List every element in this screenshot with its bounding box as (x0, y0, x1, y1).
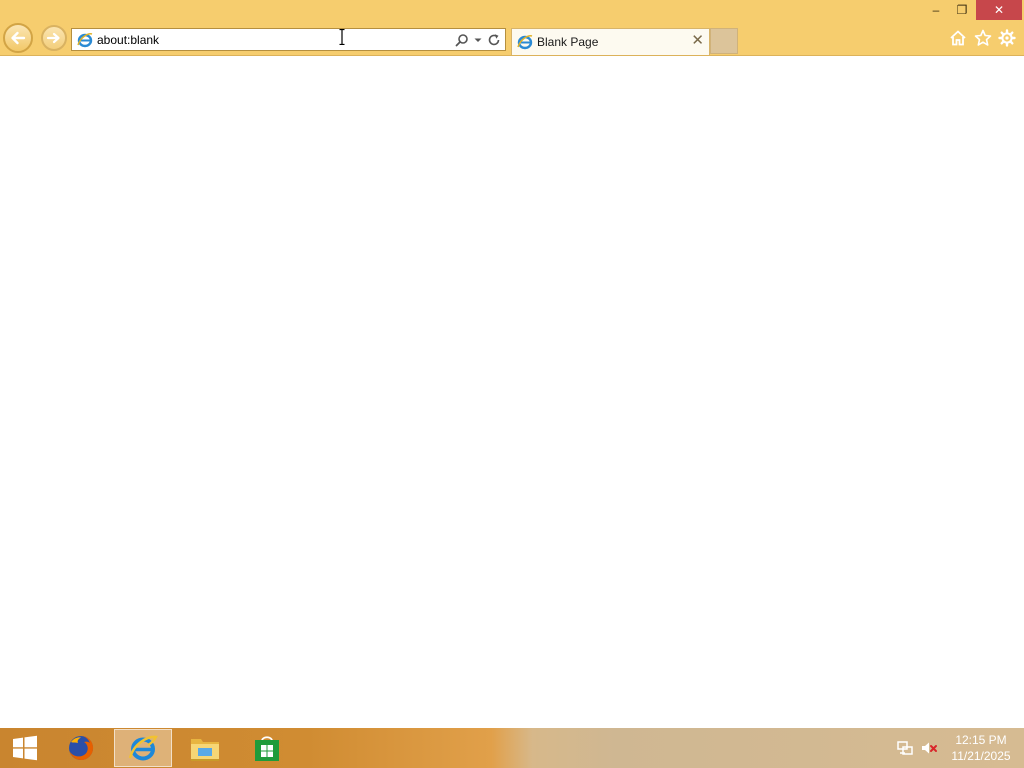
minimize-button[interactable]: – (922, 0, 950, 20)
tab-blank-page[interactable]: Blank Page ✕ (511, 28, 710, 55)
forward-button[interactable] (41, 25, 67, 51)
address-bar[interactable]: about:blank (71, 28, 506, 51)
browser-window: – ❐ ✕ about:blank Blank Page ✕ (0, 0, 1024, 728)
new-tab-button[interactable] (710, 28, 738, 54)
page-content[interactable] (0, 56, 1024, 728)
taskbar-file-explorer[interactable] (176, 729, 234, 767)
close-window-button[interactable]: ✕ (976, 0, 1022, 20)
url-text[interactable]: about:blank (97, 33, 159, 47)
file-explorer-icon (191, 739, 219, 761)
back-arrow-icon (11, 31, 26, 45)
ie-page-icon (77, 33, 93, 48)
forward-arrow-icon (46, 32, 60, 44)
taskbar-firefox[interactable] (52, 729, 110, 767)
ie-page-icon (517, 35, 533, 50)
close-tab-button[interactable]: ✕ (691, 32, 704, 50)
search-icon[interactable] (455, 33, 469, 47)
tab-title: Blank Page (537, 35, 599, 49)
clock-time: 12:15 PM (955, 733, 1007, 747)
firefox-icon (69, 735, 94, 760)
volume-muted-icon[interactable] (920, 739, 938, 757)
text-cursor-icon (339, 29, 345, 45)
clock-date: 11/21/2025 (951, 749, 1011, 763)
start-button[interactable] (0, 728, 50, 768)
address-tools (455, 31, 501, 49)
settings-gear-icon[interactable] (997, 28, 1017, 48)
taskbar: 12:15 PM 11/21/2025 (0, 728, 1024, 768)
refresh-icon[interactable] (487, 33, 501, 47)
network-icon[interactable] (896, 739, 914, 757)
dropdown-arrow-icon[interactable] (473, 33, 483, 47)
windows-logo-icon (13, 735, 37, 761)
system-clock[interactable]: 12:15 PM 11/21/2025 (946, 732, 1016, 764)
home-icon[interactable] (948, 28, 968, 48)
taskbar-store[interactable] (238, 729, 296, 767)
browser-chrome: – ❐ ✕ about:blank Blank Page ✕ (0, 0, 1024, 56)
store-icon (255, 736, 279, 761)
internet-explorer-icon (128, 735, 158, 761)
favorites-star-icon[interactable] (973, 28, 993, 48)
taskbar-internet-explorer[interactable] (114, 729, 172, 767)
back-button[interactable] (3, 23, 33, 53)
restore-button[interactable]: ❐ (950, 0, 974, 20)
